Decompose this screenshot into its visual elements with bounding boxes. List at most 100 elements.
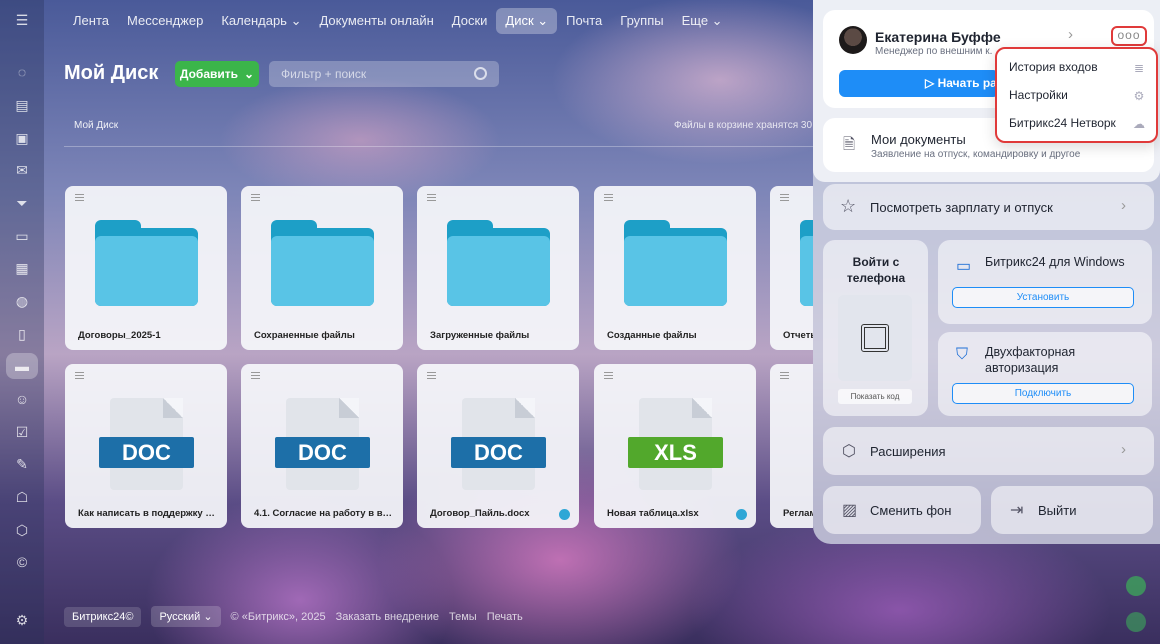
copyright: © «Битрикс», 2025	[230, 610, 326, 623]
tile-menu-icon[interactable]	[604, 194, 613, 201]
tile-menu-icon[interactable]	[780, 372, 789, 379]
shield-icon: ⛉	[956, 346, 969, 363]
nav-feed[interactable]: Лента	[64, 8, 118, 34]
salary-label: Посмотреть зарплату и отпуск	[870, 200, 1053, 215]
settings-icon[interactable]: ⚙	[12, 610, 32, 630]
folder-tile[interactable]: Сохраненные файлы	[241, 186, 403, 350]
chevron-right-icon: ›	[1121, 197, 1126, 214]
folder-name: Созданные файлы	[607, 330, 697, 341]
assistant-icon[interactable]	[1126, 612, 1146, 632]
tile-menu-icon[interactable]	[604, 372, 613, 379]
tile-menu-icon[interactable]	[251, 194, 260, 201]
change-background-label: Сменить фон	[870, 503, 952, 518]
users-icon[interactable]: ☺	[12, 389, 32, 409]
avatar[interactable]	[839, 26, 867, 54]
show-code-button[interactable]: Показать код	[838, 389, 912, 404]
footer-brand[interactable]: Битрикс24©	[64, 606, 142, 627]
file-name: Как написать в поддержку Б2...	[78, 508, 218, 519]
chat-bubble-icon[interactable]	[1126, 576, 1146, 596]
windows-app-card	[938, 240, 1152, 324]
themes-link[interactable]: Темы	[449, 611, 477, 623]
disk-icon[interactable]: ▬	[6, 353, 38, 379]
file-name: Новая таблица.xlsx	[607, 508, 699, 519]
my-documents-title: Мои документы	[871, 132, 966, 147]
language-select[interactable]: Русский ⌄	[151, 606, 221, 627]
folder-tile[interactable]: Созданные файлы	[594, 186, 756, 350]
folder-name: Сохраненные файлы	[254, 330, 355, 341]
mail-icon[interactable]: ✉	[12, 160, 32, 180]
calendar-icon[interactable]: ▦	[12, 258, 32, 278]
extensions-label: Расширения	[870, 444, 946, 459]
user-name[interactable]: Екатерина Буффе	[875, 29, 1001, 45]
tile-menu-icon[interactable]	[75, 372, 84, 379]
folder-tile[interactable]: Загруженные файлы	[417, 186, 579, 350]
folder-icon	[624, 220, 727, 306]
menu-item-login-history[interactable]: История входов	[1009, 60, 1098, 74]
file-tile[interactable]: DOC Договор_Пайль.docx	[417, 364, 579, 528]
bot-icon[interactable]: ☖	[12, 487, 32, 507]
tile-menu-icon[interactable]	[75, 194, 84, 201]
file-tile[interactable]: Регламент	[770, 364, 813, 528]
search-input[interactable]: Фильтр + поиск	[269, 61, 499, 87]
folder-icon	[271, 220, 374, 306]
image-icon: ▨	[842, 502, 858, 519]
tasks-icon[interactable]: ▤	[12, 95, 32, 115]
doc-file-icon: DOC	[275, 398, 370, 490]
install-button[interactable]: Установить	[952, 287, 1134, 308]
add-button[interactable]: Добавить ⌄	[175, 61, 259, 87]
nav-groups[interactable]: Группы	[611, 8, 672, 34]
xls-file-icon: XLS	[628, 398, 723, 490]
feed-icon[interactable]: ◌	[12, 62, 32, 82]
doc-file-icon: DOC	[99, 398, 194, 490]
chevron-right-icon[interactable]: ›	[1068, 26, 1073, 43]
my-documents-subtitle: Заявление на отпуск, командировку и друг…	[871, 149, 1081, 160]
start-workday-button[interactable]: ▷ Начать ра	[839, 70, 999, 97]
folder-tile[interactable]: Договоры_2025-1	[65, 186, 227, 350]
nav-disk[interactable]: Диск ⌄	[496, 8, 558, 34]
folder-icon	[95, 220, 198, 306]
menu-item-settings[interactable]: Настройки	[1009, 88, 1068, 102]
tile-menu-icon[interactable]	[251, 372, 260, 379]
print-link[interactable]: Печать	[487, 611, 523, 623]
box-icon[interactable]: ⬡	[12, 520, 32, 540]
phone-login-label: Войти с телефона	[846, 255, 906, 285]
tile-menu-icon[interactable]	[780, 194, 789, 201]
nav-more[interactable]: Еще ⌄	[673, 8, 732, 34]
file-tile[interactable]: XLS Новая таблица.xlsx	[594, 364, 756, 528]
menu-icon[interactable]: ☰	[12, 10, 32, 30]
tile-menu-icon[interactable]	[427, 194, 436, 201]
chat-icon[interactable]: ◍	[12, 291, 32, 311]
nav-documents-online[interactable]: Документы онлайн	[310, 8, 442, 34]
file-icon[interactable]: ▯	[12, 324, 32, 344]
left-sidebar: ☰ ◌ ▤ ▣ ✉ ⏷ ▭ ▦ ◍ ▯ ▬ ☺ ☑ ✎ ☖ ⬡ © ⚙	[0, 0, 44, 644]
nav-calendar[interactable]: Календарь ⌄	[212, 8, 310, 34]
gear-icon: ⚙	[1133, 89, 1145, 103]
more-button[interactable]: ooo	[1111, 26, 1147, 46]
tile-menu-icon[interactable]	[427, 372, 436, 379]
star-icon: ☆	[840, 196, 857, 216]
nav-messenger[interactable]: Мессенджер	[118, 8, 212, 34]
crm-icon[interactable]: ©	[12, 552, 32, 572]
doc-file-icon: DOC	[451, 398, 546, 490]
cloud-icon: ☁	[1133, 117, 1145, 131]
documents-icon[interactable]: ▣	[12, 128, 32, 148]
contact-card-icon[interactable]: ▭	[12, 226, 32, 246]
connect-button[interactable]: Подключить	[952, 383, 1134, 404]
cube-icon: ⬡	[842, 443, 856, 460]
nav-mail[interactable]: Почта	[557, 8, 611, 34]
file-tile[interactable]: DOC 4.1. Согласие на работу в выхо...	[241, 364, 403, 528]
checkbox-icon[interactable]: ☑	[12, 422, 32, 442]
file-tile[interactable]: DOC Как написать в поддержку Б2...	[65, 364, 227, 528]
nav-boards[interactable]: Доски	[443, 8, 497, 34]
monitor-icon: ▭	[956, 258, 972, 275]
search-icon[interactable]	[474, 67, 487, 80]
sign-icon[interactable]: ✎	[12, 454, 32, 474]
file-name: Договор_Пайль.docx	[430, 508, 530, 519]
breadcrumb[interactable]: Мой Диск	[74, 120, 118, 131]
menu-item-network[interactable]: Битрикс24 Нетворк	[1009, 116, 1116, 130]
top-navigation: Лента Мессенджер Календарь ⌄ Документы о…	[64, 8, 732, 34]
folder-tile[interactable]: Отчеты	[770, 186, 813, 350]
funnel-icon[interactable]: ⏷	[12, 193, 32, 213]
file-name: 4.1. Согласие на работу в выхо...	[254, 508, 394, 519]
order-link[interactable]: Заказать внедрение	[336, 611, 439, 623]
